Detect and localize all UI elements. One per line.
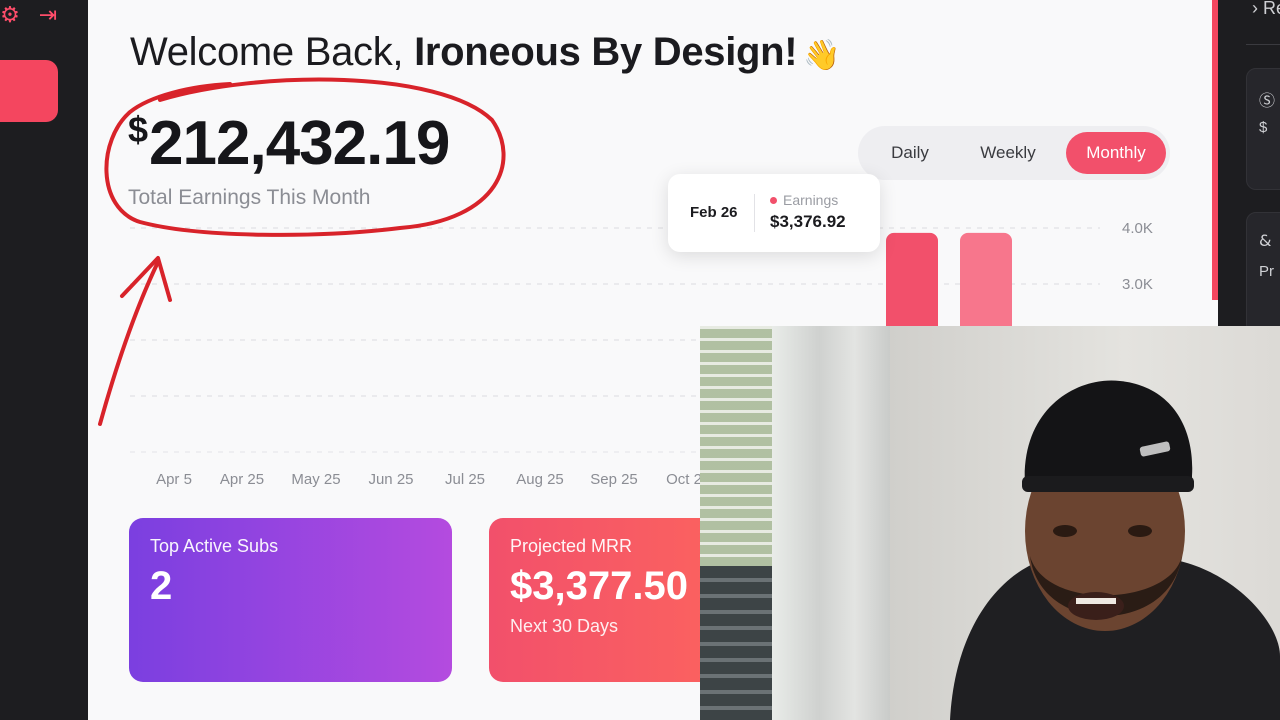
tooltip-label: Earnings <box>783 192 839 208</box>
x-tick-label: Jul 25 <box>445 471 485 488</box>
toggle-daily[interactable]: Daily <box>866 132 954 174</box>
person-cap-band <box>1022 476 1194 492</box>
card-value: 2 <box>150 564 173 608</box>
tooltip-value: $3,376.92 <box>770 212 846 231</box>
person-teeth <box>1076 598 1116 604</box>
x-tick-label: Oct 2 <box>666 471 702 488</box>
y-tick-label: 4.0K <box>1122 220 1153 237</box>
divider <box>1246 44 1280 45</box>
chart-tooltip: Feb 26 Earnings $3,376.92 <box>668 174 880 252</box>
card-subtitle: Next 30 Days <box>510 616 619 636</box>
x-tick-label: Aug 25 <box>516 471 564 488</box>
x-tick-label: Sep 25 <box>590 471 638 488</box>
x-tick-label: Apr 25 <box>220 471 264 488</box>
right-card-text: Pr <box>1259 263 1274 280</box>
person-cap <box>1024 380 1193 486</box>
person-eye-left <box>1053 525 1077 537</box>
x-tick-label: May 25 <box>291 471 340 488</box>
card-title: Projected MRR <box>510 536 633 556</box>
right-sidebar-card[interactable]: Ⓢ $ <box>1246 68 1280 190</box>
x-tick-label: Jun 25 <box>368 471 413 488</box>
series-dot-icon <box>770 197 777 204</box>
toggle-monthly[interactable]: Monthly <box>1066 132 1166 174</box>
period-toggle: Daily Weekly Monthly <box>858 126 1170 180</box>
card-title: Top Active Subs <box>150 536 279 556</box>
top-active-subs-card[interactable]: Top Active Subs 2 <box>129 518 452 682</box>
person-eye-right <box>1128 525 1152 537</box>
y-tick-label: 3.0K <box>1122 276 1153 293</box>
dollar-circle-icon: Ⓢ <box>1259 91 1276 110</box>
person-mouth <box>1068 592 1124 620</box>
toggle-weekly[interactable]: Weekly <box>958 132 1058 174</box>
right-sidebar-card[interactable]: & Pr <box>1246 212 1280 334</box>
webcam-person <box>950 380 1280 720</box>
right-card-text: $ <box>1259 119 1268 136</box>
webcam-overlay <box>700 326 1280 720</box>
x-tick-label: Apr 5 <box>156 471 192 488</box>
right-sidebar-heading: › Re <box>1252 0 1280 18</box>
ampersand-icon: & <box>1259 231 1272 250</box>
tooltip-divider <box>754 194 755 232</box>
card-value: $3,377.50 <box>510 564 688 608</box>
tooltip-date: Feb 26 <box>690 204 738 221</box>
